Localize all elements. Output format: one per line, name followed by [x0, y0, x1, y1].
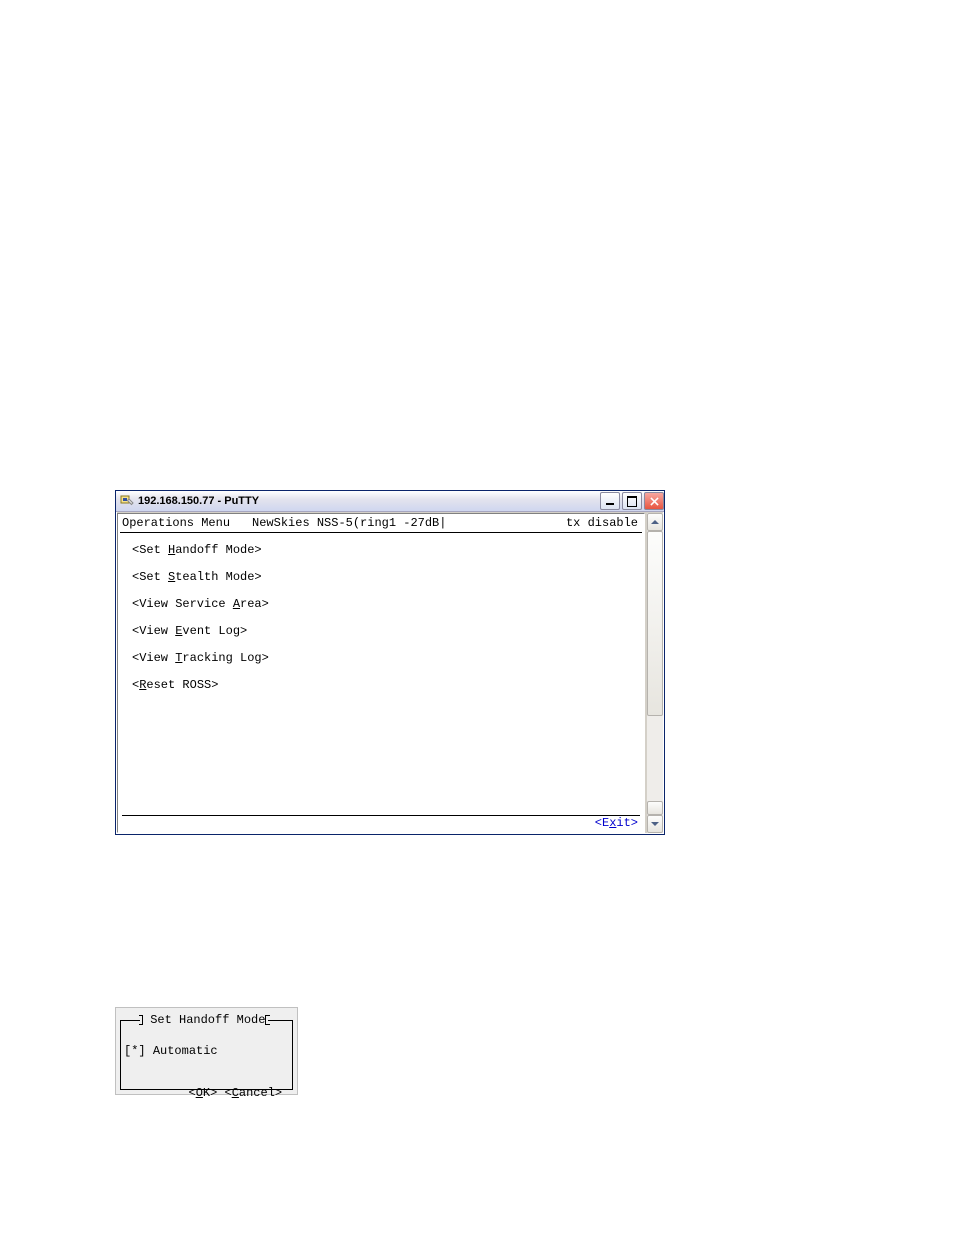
menu-view-area[interactable]: <View Service Area>: [132, 597, 642, 611]
menu-view-tracking[interactable]: <View Tracking Log>: [132, 651, 642, 665]
minimize-button[interactable]: [600, 492, 620, 510]
exit-button[interactable]: <Exit>: [595, 816, 638, 830]
window-title: 192.168.150.77 - PuTTY: [138, 495, 598, 507]
menu-reset-ross[interactable]: <Reset ROSS>: [132, 678, 642, 692]
automatic-checkbox[interactable]: [*] Automatic: [124, 1044, 289, 1058]
scroll-down-button[interactable]: [647, 815, 663, 833]
close-button[interactable]: [644, 492, 664, 510]
terminal-header: Operations Menu NewSkies NSS-5(ring1 -27…: [118, 514, 644, 532]
terminal[interactable]: Operations Menu NewSkies NSS-5(ring1 -27…: [117, 513, 645, 833]
cancel-button[interactable]: <Cancel>: [225, 1086, 283, 1100]
menu-set-handoff[interactable]: <Set Handoff Mode>: [132, 543, 642, 557]
header-mid: NewSkies NSS-5(ring1 -27dB|: [230, 516, 446, 530]
dialog-title: Set Handoff Mode: [140, 1013, 268, 1027]
maximize-button[interactable]: [622, 492, 642, 510]
scroll-up-button[interactable]: [647, 513, 663, 531]
menu-view-event[interactable]: <View Event Log>: [132, 624, 642, 638]
scroll-track[interactable]: [647, 531, 663, 815]
putty-icon: [120, 494, 134, 508]
titlebar[interactable]: 192.168.150.77 - PuTTY: [116, 491, 664, 512]
chevron-up-icon: [651, 520, 659, 524]
putty-window: 192.168.150.77 - PuTTY Operations Menu N…: [115, 490, 665, 835]
menu-set-stealth[interactable]: <Set Stealth Mode>: [132, 570, 642, 584]
menu-items: <Set Handoff Mode> <Set Stealth Mode> <V…: [118, 533, 644, 707]
scrollbar[interactable]: [646, 513, 663, 833]
scroll-thumb-top[interactable]: [647, 531, 663, 716]
scroll-thumb-bottom[interactable]: [647, 801, 663, 815]
terminal-footer: <Exit>: [120, 815, 642, 830]
header-left: Operations Menu: [122, 516, 230, 530]
chevron-down-icon: [651, 822, 659, 826]
handoff-dialog: Set Handoff Mode [*] Automatic <OK> <Can…: [115, 1007, 298, 1095]
ok-button[interactable]: <OK>: [188, 1086, 217, 1100]
header-right: tx disable: [566, 516, 640, 530]
